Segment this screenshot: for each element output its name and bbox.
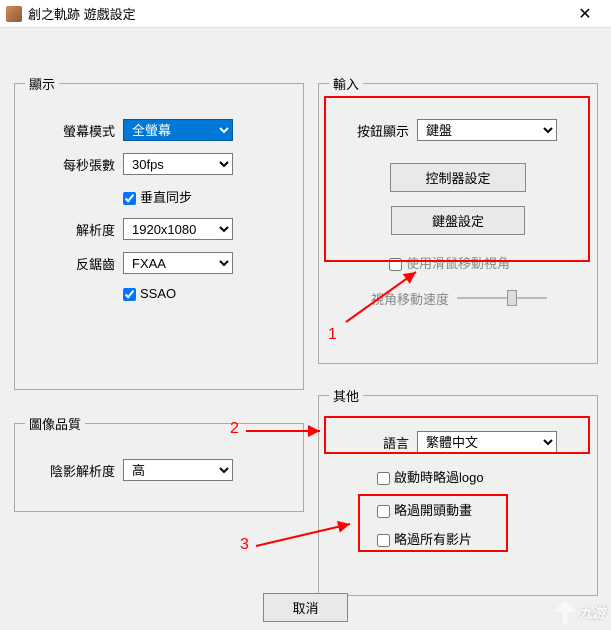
group-input: 輸入 按鈕顯示 鍵盤 控制器設定 鍵盤設定 使用滑鼠移動視角 視角移動速度	[318, 74, 598, 364]
label-resolution: 解析度	[25, 220, 115, 239]
legend-quality: 圖像品質	[25, 414, 85, 433]
legend-other: 其他	[329, 386, 363, 405]
select-language[interactable]: 繁體中文	[417, 431, 557, 453]
legend-input: 輸入	[329, 74, 363, 93]
ssao-input[interactable]	[123, 288, 136, 301]
checkbox-skip-opening[interactable]: 略過開頭動畫	[377, 503, 472, 518]
label-language: 語言	[329, 433, 409, 452]
skip-opening-input[interactable]	[377, 505, 390, 518]
checkbox-ssao[interactable]: SSAO	[123, 286, 176, 301]
checkbox-vsync[interactable]: 垂直同步	[123, 190, 192, 205]
select-aa[interactable]: FXAA	[123, 252, 233, 274]
slider-view-speed[interactable]	[457, 288, 547, 308]
select-resolution[interactable]: 1920x1080	[123, 218, 233, 240]
label-fps: 每秒張數	[25, 155, 115, 174]
select-screen-mode[interactable]: 全螢幕	[123, 119, 233, 141]
skip-videos-input[interactable]	[377, 534, 390, 547]
label-view-speed: 視角移動速度	[329, 289, 449, 308]
titlebar: 創之軌跡 遊戲設定 ✕	[0, 0, 611, 28]
group-other: 其他 語言 繁體中文 啟動時略過logo 略過開頭動畫 略過所有影片	[318, 386, 598, 596]
close-icon[interactable]: ✕	[565, 4, 605, 24]
label-button-display: 按鈕顯示	[329, 121, 409, 140]
vsync-input[interactable]	[123, 192, 136, 205]
window-title: 創之軌跡 遊戲設定	[28, 4, 565, 23]
content: 顯示 螢幕模式 全螢幕 每秒張數 30fps 垂直同步 解析度 1920x108…	[0, 28, 611, 630]
label-aa: 反鋸齒	[25, 254, 115, 273]
checkbox-skip-logo[interactable]: 啟動時略過logo	[377, 470, 484, 485]
label-screen-mode: 螢幕模式	[25, 121, 115, 140]
select-shadow[interactable]: 高	[123, 459, 233, 481]
checkbox-skip-videos[interactable]: 略過所有影片	[377, 532, 472, 547]
annotation-label-3: 3	[240, 536, 249, 554]
select-fps[interactable]: 30fps	[123, 153, 233, 175]
legend-display: 顯示	[25, 74, 59, 93]
footer: 取消	[0, 593, 611, 622]
controller-settings-button[interactable]: 控制器設定	[390, 163, 525, 192]
cancel-button[interactable]: 取消	[263, 593, 347, 622]
watermark-icon	[553, 600, 577, 624]
group-display: 顯示 螢幕模式 全螢幕 每秒張數 30fps 垂直同步 解析度 1920x108…	[14, 74, 304, 390]
mouse-view-input[interactable]	[389, 258, 402, 271]
skip-logo-input[interactable]	[377, 472, 390, 485]
group-quality: 圖像品質 陰影解析度 高	[14, 414, 304, 512]
select-button-display[interactable]: 鍵盤	[417, 119, 557, 141]
checkbox-mouse-view[interactable]: 使用滑鼠移動視角	[389, 256, 510, 271]
app-icon	[6, 6, 22, 22]
label-shadow: 陰影解析度	[25, 461, 115, 480]
watermark: 九游	[553, 600, 605, 624]
keyboard-settings-button[interactable]: 鍵盤設定	[391, 206, 525, 235]
